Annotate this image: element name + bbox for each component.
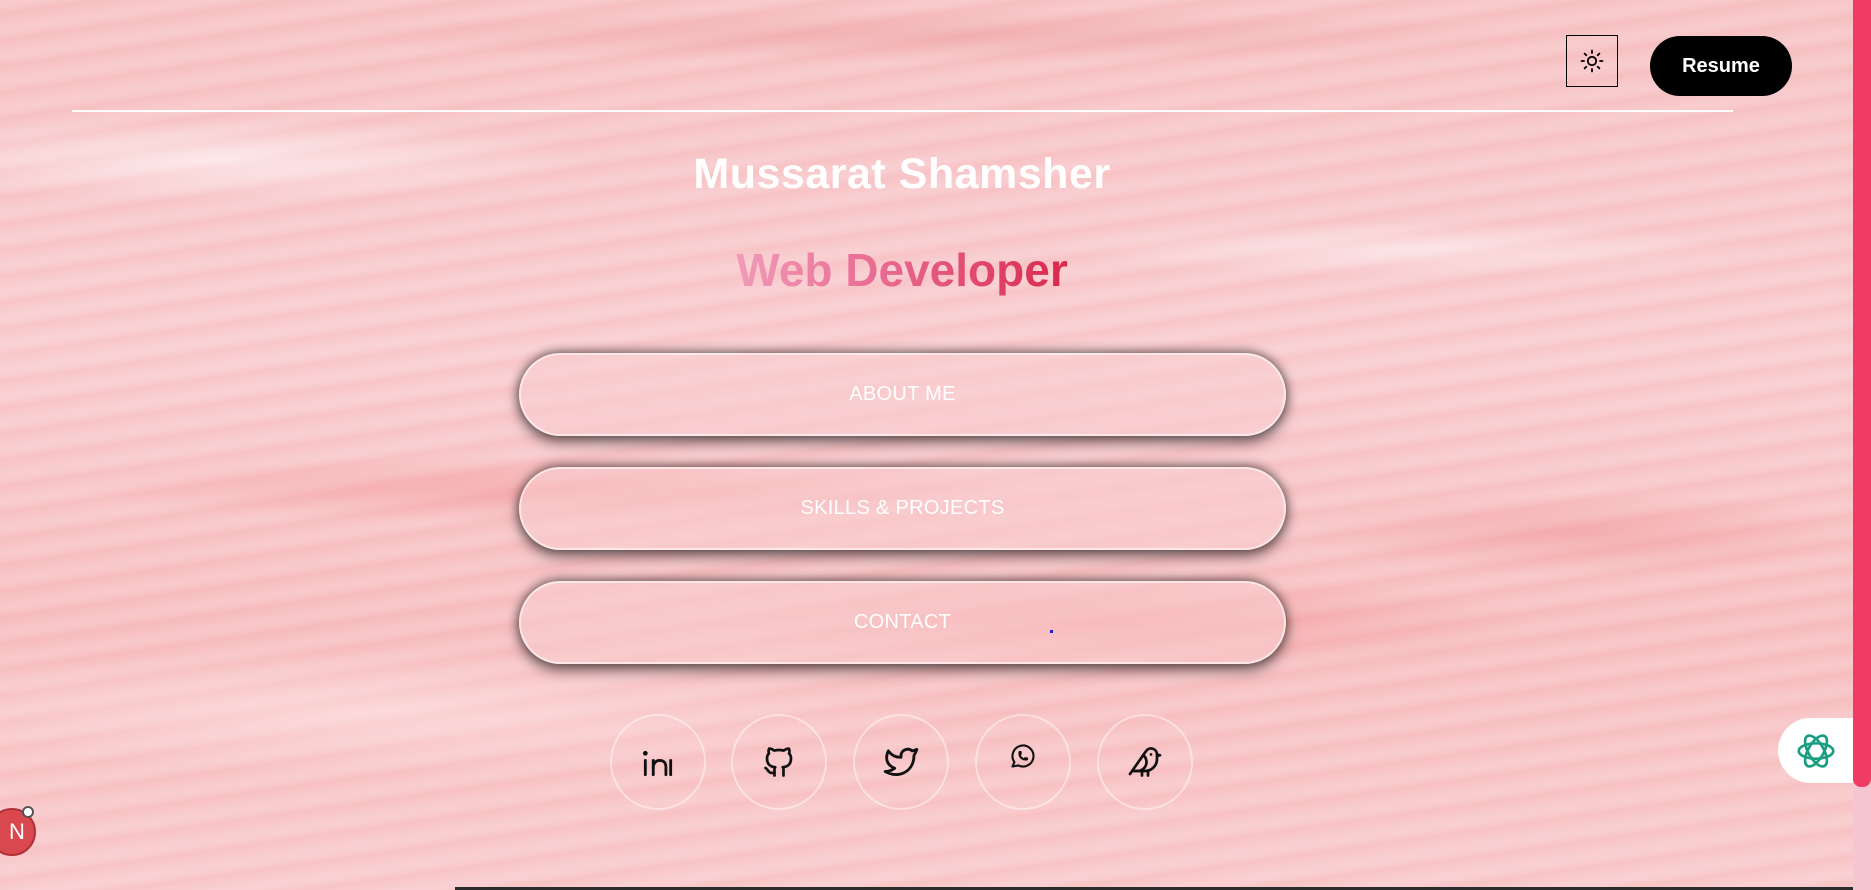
skills-projects-button[interactable]: SKILLS & PROJECTS: [519, 467, 1286, 550]
linkedin-icon: [642, 750, 673, 777]
hero-name: Mussarat Shamsher: [693, 150, 1111, 198]
bird-icon: [1128, 747, 1162, 777]
hero-role: Web Developer: [0, 243, 1804, 297]
contact-button[interactable]: CONTACT: [519, 581, 1286, 664]
theme-toggle-button[interactable]: [1566, 35, 1618, 87]
whatsapp-icon: [1011, 744, 1035, 768]
chat-widget-button[interactable]: [1778, 718, 1853, 783]
twitter-icon: [883, 747, 919, 776]
resume-button[interactable]: Resume: [1650, 36, 1792, 96]
github-icon: [764, 747, 793, 777]
bird-link[interactable]: [1097, 714, 1193, 810]
linkedin-link[interactable]: [610, 714, 706, 810]
scrollbar-thumb[interactable]: [1853, 0, 1871, 787]
openai-icon: [1796, 733, 1835, 768]
cursor-dot: [1050, 630, 1053, 633]
header-divider: [72, 110, 1733, 112]
notification-dot: [22, 806, 34, 818]
n-badge-letter: N: [9, 819, 25, 844]
twitter-link[interactable]: [853, 714, 949, 810]
whatsapp-link[interactable]: [975, 714, 1071, 810]
about-me-button[interactable]: ABOUT ME: [519, 353, 1286, 436]
hero-role-text: Web Developer: [736, 244, 1068, 296]
github-link[interactable]: [731, 714, 827, 810]
sun-icon: [1580, 49, 1604, 73]
